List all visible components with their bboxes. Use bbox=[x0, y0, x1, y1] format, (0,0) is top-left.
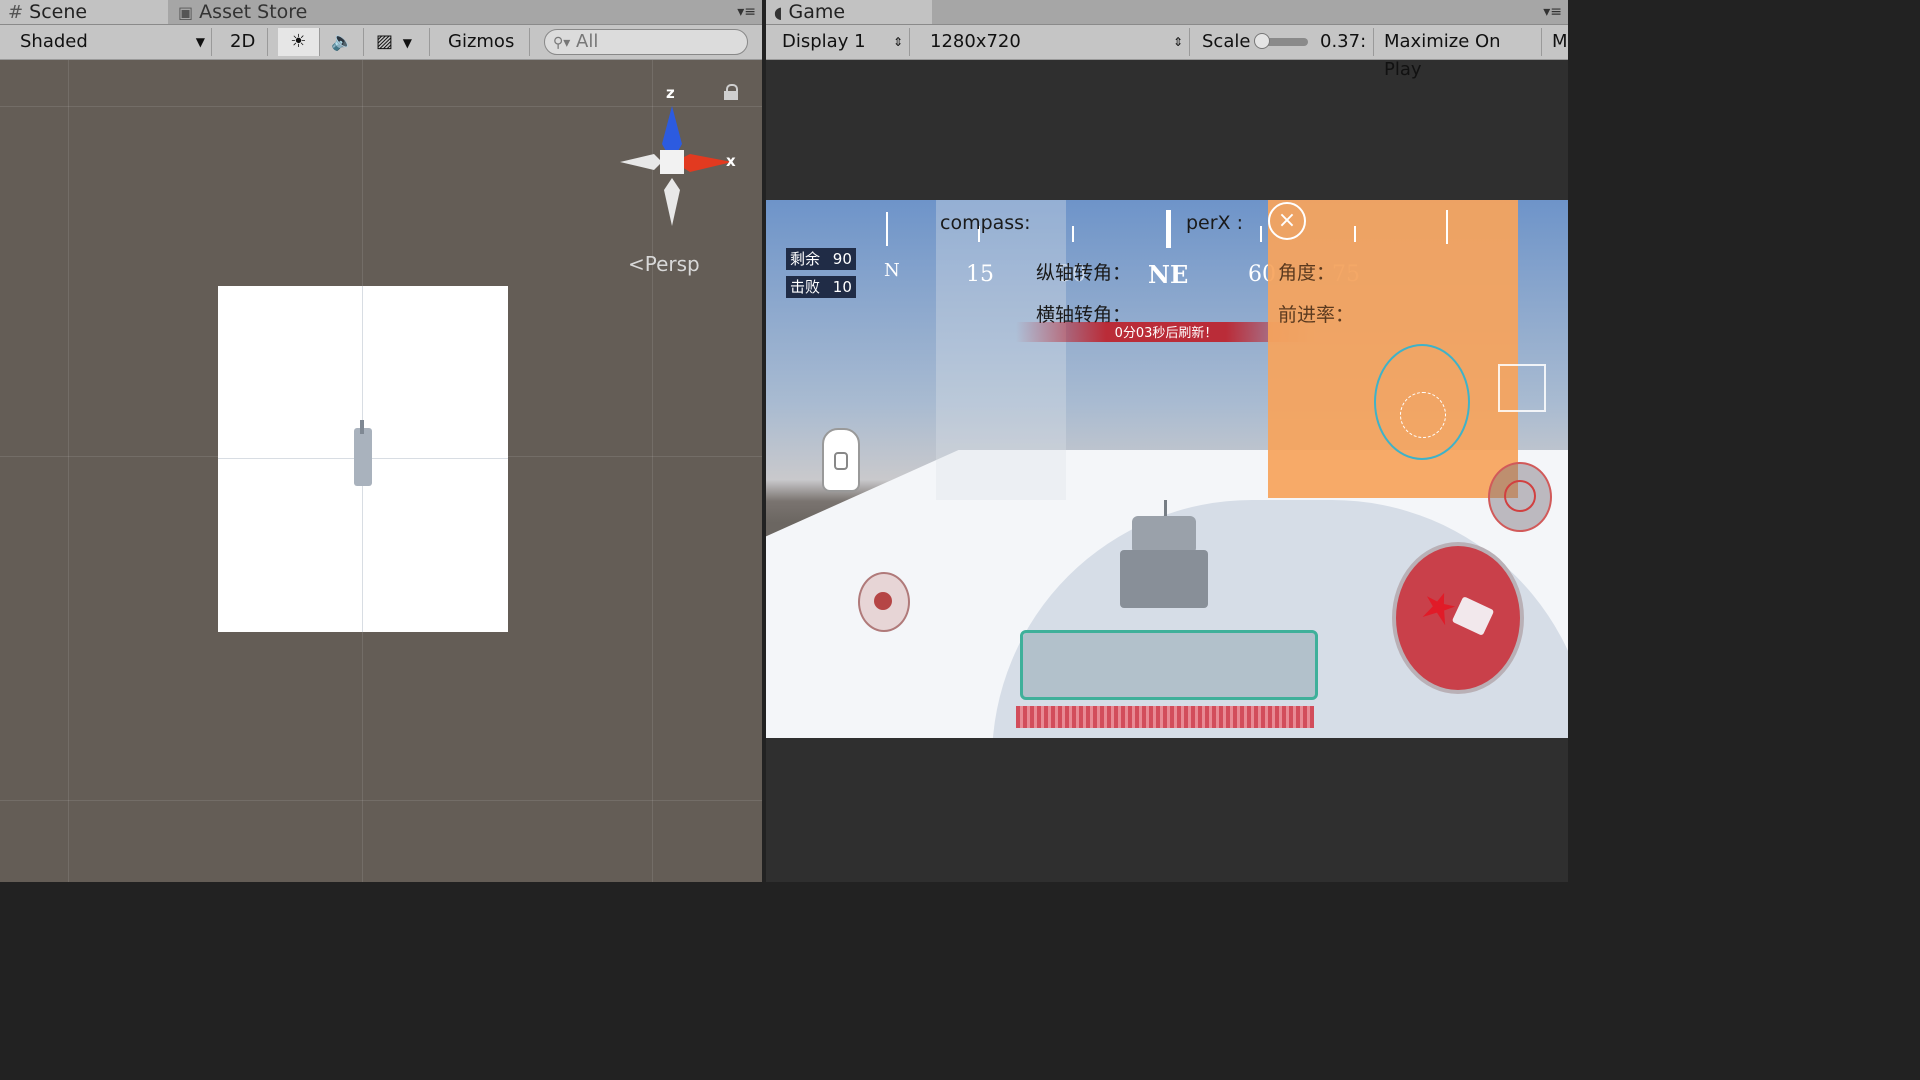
pacman-icon: ◖ bbox=[774, 3, 783, 22]
remaining-value: 90 bbox=[832, 250, 852, 268]
maximize-on-play-toggle[interactable]: Maximize On Play bbox=[1376, 28, 1542, 80]
toggle-2d-button[interactable]: 2D bbox=[222, 28, 268, 56]
move-joystick[interactable] bbox=[858, 572, 910, 632]
message-box[interactable] bbox=[1020, 630, 1318, 700]
updown-arrow-icon: ⇕ bbox=[892, 35, 903, 49]
gizmo-z-label: z bbox=[666, 84, 675, 102]
kills-value: 10 bbox=[832, 278, 852, 296]
fire-button[interactable] bbox=[1392, 542, 1524, 694]
panel-menu-icon[interactable]: ▾≡ bbox=[737, 4, 756, 20]
tab-game-label: Game bbox=[788, 1, 846, 23]
kills-label: 击败 bbox=[790, 278, 821, 296]
aim-joystick[interactable] bbox=[1374, 344, 1470, 460]
move-joystick-knob[interactable] bbox=[874, 592, 892, 610]
perx-label: perX : bbox=[1186, 212, 1244, 234]
scene-toolbar: Shaded ▼ 2D ☀ 🔈 ▨ ▼ Gizmos ▼ ⚲▾ All bbox=[0, 25, 762, 78]
chevron-down-icon: ▼ bbox=[402, 36, 412, 50]
maximize-on-play-label: Maximize On Play bbox=[1384, 31, 1501, 80]
close-icon[interactable]: × bbox=[1268, 202, 1306, 240]
health-bar bbox=[1016, 706, 1314, 728]
tab-scene-label: Scene bbox=[29, 1, 88, 23]
map-icon[interactable] bbox=[1498, 364, 1546, 412]
compass-tick-n: N bbox=[884, 260, 900, 281]
orange-control-panel[interactable]: × 角度： 前进率： bbox=[1268, 200, 1518, 498]
speaker-icon: 🔈 bbox=[331, 31, 354, 52]
image-icon: ▨ bbox=[376, 31, 394, 52]
grid-icon: # bbox=[8, 2, 24, 23]
scene-viewport[interactable]: z x <Persp bbox=[0, 60, 762, 882]
forward-rate-label: 前进率： bbox=[1278, 304, 1355, 326]
backpack-icon[interactable] bbox=[814, 428, 866, 492]
compass-heading: NE bbox=[1148, 260, 1189, 289]
panel-menu-icon[interactable]: ▾≡ bbox=[1543, 4, 1562, 20]
tab-asset-store[interactable]: ▣ Asset Store bbox=[170, 0, 370, 24]
scene-tab-bar: # Scene ▣ Asset Store ▾≡ bbox=[0, 0, 762, 25]
refresh-timer-text: 0分03秒后刷新！ bbox=[1114, 326, 1218, 341]
shading-mode-label: Shaded bbox=[20, 31, 88, 52]
overflow-toggle[interactable]: M bbox=[1544, 28, 1568, 56]
sun-icon: ☀ bbox=[290, 31, 307, 52]
game-viewport[interactable]: N 15 30 NE 60 75 compass: perX : 剩余 90 击… bbox=[766, 200, 1568, 738]
game-view-panel: ◖ Game ▾≡ Display 1 ⇕ 1280x720 ⇕ Scale 0… bbox=[766, 0, 1568, 882]
player-tank bbox=[1116, 500, 1212, 610]
chevron-down-icon: ▼ bbox=[195, 35, 205, 49]
cannon-fire-icon bbox=[1418, 588, 1495, 638]
lock-icon[interactable] bbox=[724, 84, 738, 100]
search-icon: ⚲▾ bbox=[553, 35, 571, 51]
compass-label: compass: bbox=[940, 212, 1031, 234]
crosshair-icon bbox=[1504, 480, 1536, 512]
store-icon: ▣ bbox=[178, 3, 194, 22]
longitudinal-angle-label: 纵轴转角： bbox=[1036, 262, 1132, 284]
remaining-label: 剩余 bbox=[790, 250, 821, 268]
display-dropdown[interactable]: Display 1 ⇕ bbox=[774, 28, 910, 56]
ground-plane-object[interactable] bbox=[218, 286, 508, 632]
resolution-label: 1280x720 bbox=[930, 31, 1021, 52]
angle-label: 角度： bbox=[1278, 262, 1336, 284]
projection-label: Persp bbox=[644, 252, 700, 276]
scale-value: 0.37: bbox=[1312, 28, 1374, 56]
compass-tick-15: 15 bbox=[966, 262, 994, 287]
scene-view-panel: # Scene ▣ Asset Store ▾≡ Shaded ▼ 2D ☀ 🔈… bbox=[0, 0, 762, 882]
game-tab-bar: ◖ Game ▾≡ bbox=[766, 0, 1568, 25]
gizmo-x-label: x bbox=[726, 152, 736, 170]
aim-joystick-knob[interactable] bbox=[1400, 392, 1446, 438]
effects-dropdown[interactable]: ▨ ▼ bbox=[370, 28, 430, 56]
scale-label: Scale bbox=[1202, 31, 1251, 52]
scale-slider-thumb[interactable] bbox=[1254, 33, 1270, 49]
gizmos-dropdown[interactable]: Gizmos ▼ bbox=[440, 28, 530, 78]
kills-stat: 击败 10 bbox=[786, 276, 856, 298]
crosshair-button[interactable] bbox=[1488, 462, 1552, 532]
orientation-gizmo[interactable]: z x bbox=[612, 82, 742, 232]
resolution-dropdown[interactable]: 1280x720 ⇕ bbox=[922, 28, 1190, 56]
toggle-2d-label: 2D bbox=[230, 31, 256, 52]
scale-slider[interactable] bbox=[1254, 33, 1308, 49]
lighting-toggle-button[interactable]: ☀ bbox=[278, 28, 320, 56]
tab-game[interactable]: ◖ Game bbox=[766, 0, 932, 24]
audio-toggle-button[interactable]: 🔈 bbox=[322, 28, 364, 56]
projection-toggle[interactable]: <Persp bbox=[628, 252, 700, 276]
search-placeholder: All bbox=[576, 31, 599, 52]
shading-mode-dropdown[interactable]: Shaded ▼ bbox=[12, 28, 212, 56]
gizmos-label: Gizmos bbox=[448, 31, 515, 52]
tab-scene[interactable]: # Scene bbox=[0, 0, 168, 24]
translucent-wall bbox=[936, 200, 1066, 500]
tab-asset-store-label: Asset Store bbox=[199, 1, 308, 23]
remaining-stat: 剩余 90 bbox=[786, 248, 856, 270]
scene-search-input[interactable]: ⚲▾ All bbox=[544, 29, 748, 55]
updown-arrow-icon: ⇕ bbox=[1172, 35, 1183, 49]
game-toolbar: Display 1 ⇕ 1280x720 ⇕ Scale 0.37: Maxim… bbox=[766, 25, 1568, 80]
tank-object[interactable] bbox=[354, 420, 372, 486]
chevron-left-icon: < bbox=[628, 252, 645, 276]
display-label: Display 1 bbox=[782, 31, 866, 52]
